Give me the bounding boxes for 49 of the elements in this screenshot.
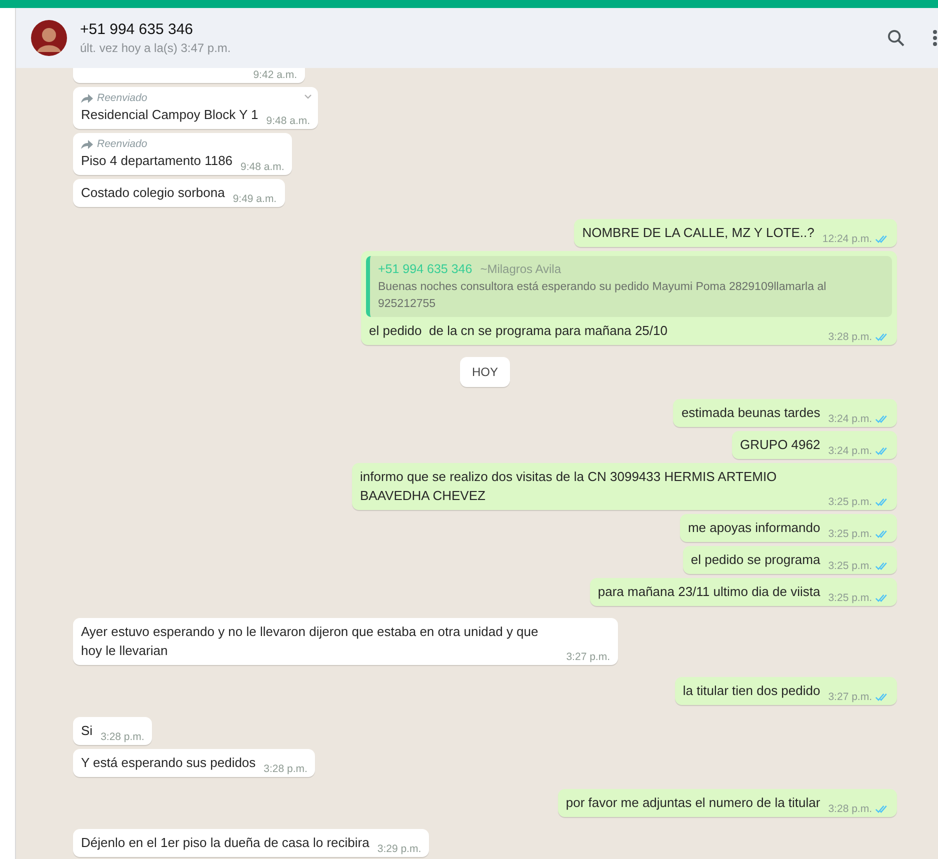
- message-text: el pedido se programa: [690, 550, 820, 569]
- message-text: Déjenlo en el 1er piso la dueña de casa lo recibira: [81, 834, 370, 852]
- message-time: 3:28 p.m.: [828, 802, 872, 815]
- message-text: Y está esperando sus pedidos: [81, 754, 256, 772]
- message-text: Residencial Campoy Block Y 1: [81, 106, 258, 124]
- message-text: me apoyas informando: [688, 518, 820, 537]
- message-time: 3:25 p.m.: [828, 528, 872, 540]
- message-time: 3:27 p.m.: [828, 690, 872, 703]
- message-time: 3:25 p.m.: [828, 592, 872, 604]
- quoted-text: Buenas noches consultora está esperando su pedido Mayumi Poma 2829109llamarla al 925212755: [378, 280, 828, 312]
- last-seen: últ. vez hoy a la(s) 3:47 p.m.: [80, 40, 231, 56]
- message-text: por favor me adjuntas el numero de la titular: [566, 794, 820, 812]
- message-text: estimada beunas tardes: [681, 404, 820, 422]
- forwarded-label: Reenviado: [97, 137, 148, 151]
- message-time: 9:48 a.m.: [240, 161, 284, 173]
- message-text: NOMBRE DE LA CALLE, MZ Y LOTE..?: [582, 224, 814, 242]
- message-time: 12:24 p.m.: [822, 233, 872, 245]
- quoted-sender: +51 994 635 346: [378, 261, 472, 278]
- message-text: para mañana 23/11 ultimo dia de viista: [598, 582, 820, 601]
- message-time: 3:25 p.m.: [828, 560, 872, 572]
- forward-arrow-icon: [81, 140, 93, 148]
- message-time: 3:27 p.m.: [566, 650, 610, 663]
- message-text: la titular tien dos pedido: [682, 682, 820, 700]
- forward-arrow-icon: [81, 94, 93, 102]
- avatar[interactable]: [31, 20, 67, 56]
- message-time: 3:24 p.m.: [828, 412, 872, 425]
- message-time: 3:28 p.m.: [828, 330, 872, 343]
- message-time: 9:49 a.m.: [232, 193, 277, 205]
- message-time: 9:48 a.m.: [266, 115, 310, 127]
- message-time: 3:29 p.m.: [377, 842, 422, 855]
- message-time: 3:28 p.m.: [264, 762, 308, 775]
- message-text: el pedido de la cn se programa para mañana 25/10: [369, 322, 668, 340]
- message-text: informo que se realizo dos visitas de la CN 3099433 HERMIS ARTEMIO BAAVEDHA CHEVEZ: [360, 468, 778, 505]
- search-icon[interactable]: [886, 28, 906, 48]
- contact-name: +51 994 635 346: [80, 20, 194, 38]
- message-text: Ayer estuvo esperando y no le llevaron dijeron que estaba en otra unidad y que hoy le llevarian: [81, 622, 540, 660]
- forwarded-label: Reenviado: [97, 91, 148, 105]
- message-time: 9:42 a.m.: [253, 69, 297, 81]
- message-text: GRUPO 4962: [740, 436, 820, 454]
- message-text: Costado colegio sorbona: [81, 184, 225, 202]
- quoted-message[interactable]: +51 994 635 346 ~Milagros Avila Buenas noches consultora está esperando su pedido Mayumi Poma 2829109llamarla al 925212755: [366, 256, 892, 317]
- message-time: 3:24 p.m.: [828, 444, 872, 457]
- date-chip: HOY: [460, 356, 510, 387]
- message-time: 3:25 p.m.: [828, 496, 872, 508]
- message-time: 3:28 p.m.: [100, 730, 144, 743]
- quoted-sender-name: ~Milagros Avila: [480, 261, 562, 278]
- message-text: Piso 4 departamento 1186: [81, 152, 233, 170]
- message-text: Si: [81, 722, 93, 740]
- menu-icon[interactable]: [932, 29, 938, 47]
